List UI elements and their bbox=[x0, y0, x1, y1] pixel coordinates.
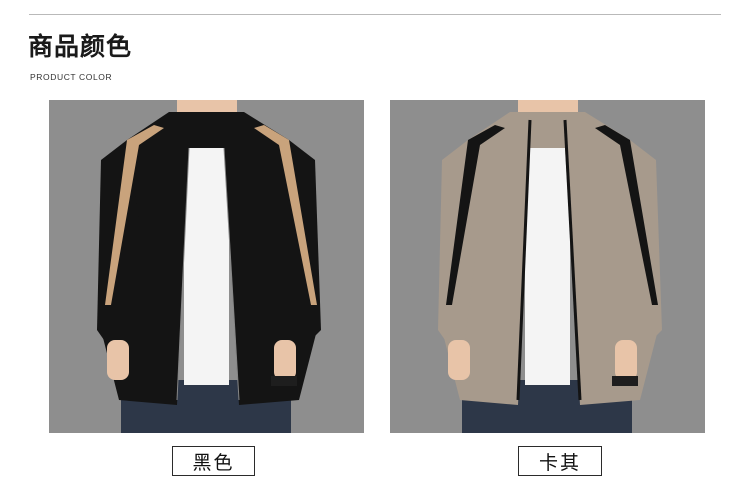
page-title: 商品颜色 bbox=[28, 32, 133, 61]
product-image-black[interactable] bbox=[49, 100, 364, 433]
page-subtitle: PRODUCT COLOR bbox=[30, 72, 113, 82]
top-divider bbox=[29, 14, 721, 15]
color-label-khaki[interactable]: 卡其 bbox=[518, 446, 602, 476]
color-label-black[interactable]: 黑色 bbox=[172, 446, 255, 476]
product-image-khaki[interactable] bbox=[390, 100, 705, 433]
